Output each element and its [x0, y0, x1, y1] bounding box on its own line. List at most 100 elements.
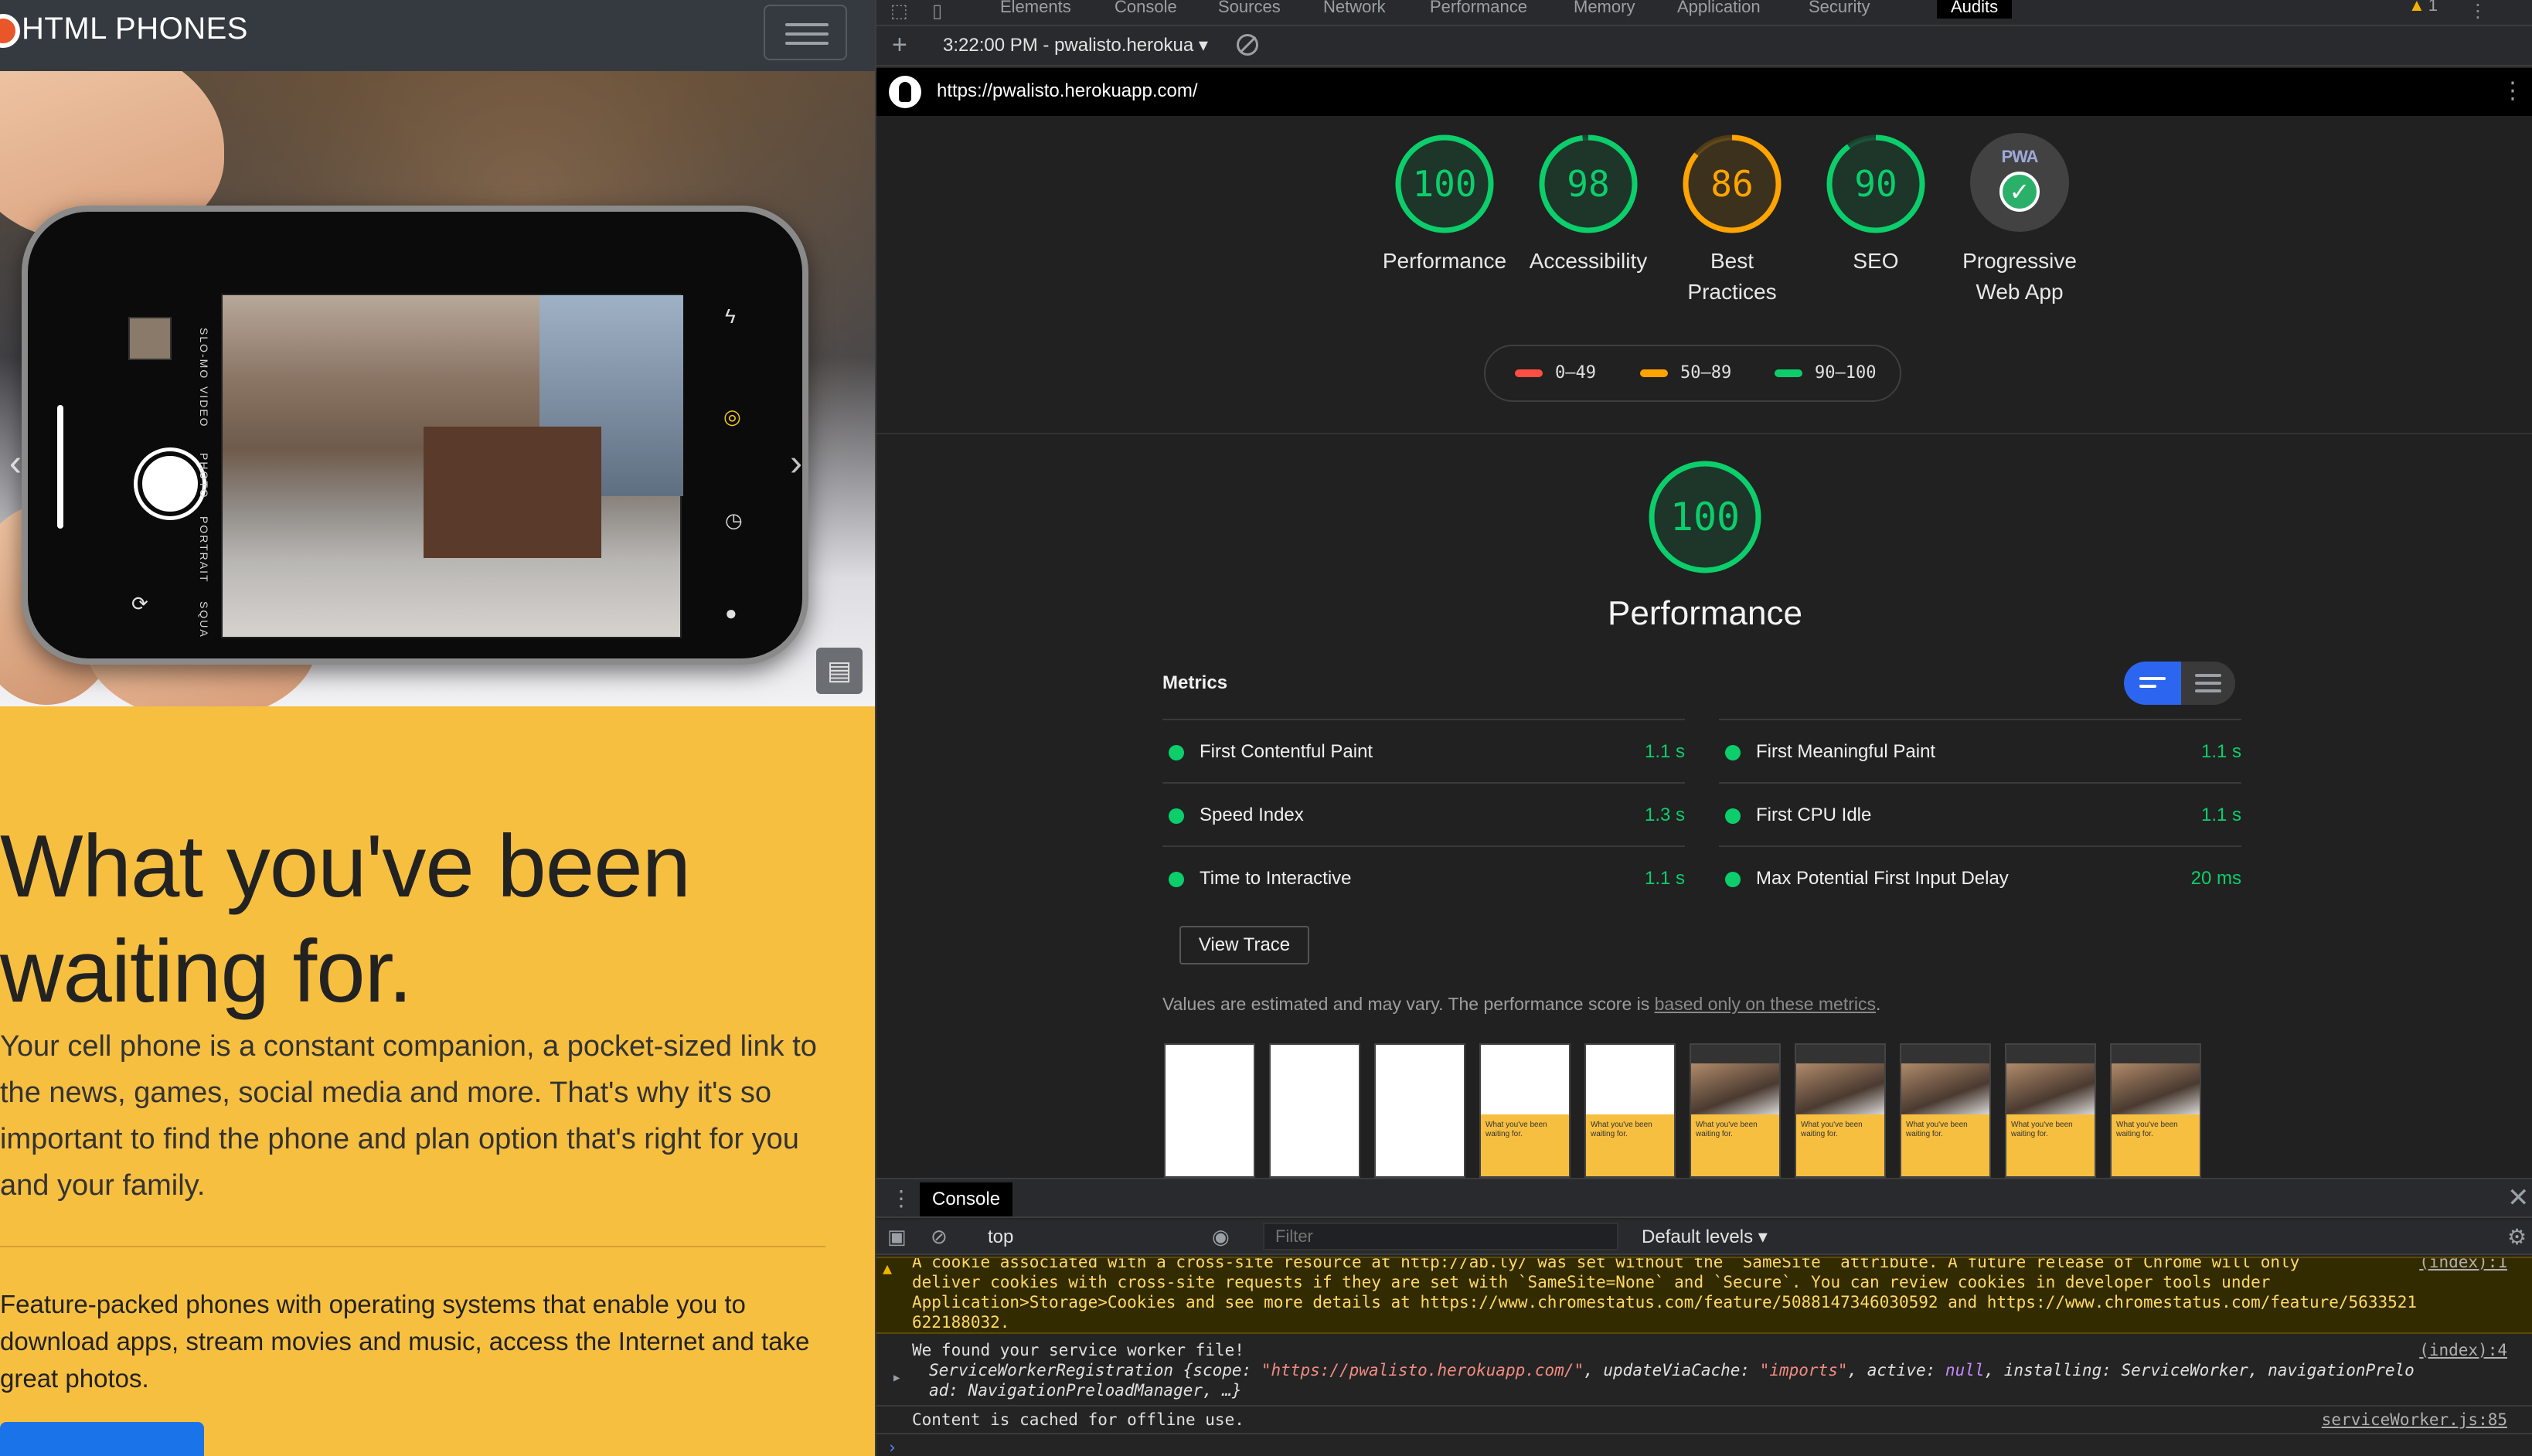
metrics-column-left: First Contentful Paint 1.1 s Speed Index… — [1162, 719, 1685, 909]
context-select[interactable]: top▼ — [988, 1226, 1297, 1249]
metric-value: 1.1 s — [2200, 741, 2241, 762]
tab-sources[interactable]: Sources — [1218, 0, 1281, 19]
expanded-view-icon-line — [2195, 689, 2221, 692]
frame-text: What you've been waiting for. — [1801, 1121, 1863, 1138]
obj-cache: "imports" — [1759, 1361, 1848, 1379]
site-logo[interactable] — [0, 14, 20, 48]
drawer-menu-icon[interactable]: ⋮ — [890, 1186, 912, 1211]
legend-range: 50–89 — [1680, 363, 1732, 383]
hamburger-icon-line — [785, 32, 829, 36]
audit-report-select[interactable]: 3:22:00 PM - pwalisto.herokua ▾ — [943, 34, 1221, 57]
metric-name: Time to Interactive — [1200, 868, 1352, 889]
log-line: We found your service worker file! — [912, 1341, 1244, 1359]
expand-arrow-icon[interactable]: ▶ — [893, 1368, 900, 1388]
filmstrip-frame — [1164, 1043, 1255, 1178]
tab-application[interactable]: Application — [1677, 0, 1761, 19]
metric-name: First Contentful Paint — [1200, 741, 1373, 762]
gauge-label: Progressive Web App — [1962, 249, 2077, 304]
gauge-ring: 86 — [1681, 133, 1783, 235]
performance-note: Values are estimated and may vary. The p… — [1162, 991, 1880, 1017]
obj-null: null — [1945, 1361, 1985, 1379]
warning-counter[interactable]: ▲ 1 — [2408, 0, 2438, 15]
legend-range: 90–100 — [1815, 363, 1877, 383]
lighthouse-report: 100 Performance 98 Accessibility 86 Best… — [876, 116, 2532, 1178]
obj-scope: "https://pwalisto.herokuapp.com/" — [1261, 1361, 1584, 1379]
new-audit-button[interactable]: + — [892, 31, 907, 59]
log-source-link[interactable]: (index):1 — [2419, 1258, 2507, 1272]
gauge-ring: 100 — [1394, 133, 1496, 235]
toggle-compact-option[interactable] — [2124, 662, 2181, 705]
live-expression-eye-icon[interactable]: ◉ — [1212, 1224, 1230, 1249]
lighthouse-icon — [889, 76, 921, 108]
close-icon[interactable]: ✕ — [2507, 1182, 2530, 1213]
clear-audits-icon[interactable] — [1237, 34, 1258, 56]
tab-security[interactable]: Security — [1809, 0, 1870, 19]
tab-memory[interactable]: Memory — [1574, 0, 1635, 19]
metrics-docs-link[interactable]: based only on these metrics — [1655, 994, 1876, 1014]
report-menu-icon[interactable]: ⋮ — [2501, 76, 2524, 107]
gauge-performance[interactable]: 100 Performance — [1371, 133, 1518, 277]
tab-console-drawer[interactable]: Console — [920, 1182, 1013, 1216]
tab-audits[interactable]: Audits — [1937, 0, 2013, 19]
context-value: top — [988, 1226, 1014, 1247]
frame-text: What you've been waiting for. — [2116, 1121, 2178, 1138]
switch-camera-icon: ⟳ — [131, 592, 148, 615]
obj-tail: , installing: ServiceWorker, navigationP… — [1984, 1361, 2415, 1379]
more-options-icon[interactable]: ⋮ — [2469, 0, 2487, 22]
drawer-tabbar: ⋮ Console ✕ — [876, 1179, 2532, 1218]
gauge-accessibility[interactable]: 98 Accessibility — [1515, 133, 1662, 277]
gauge-pwa[interactable]: PWA ✓ Progressive Web App — [1946, 133, 2093, 308]
metric-row: First Meaningful Paint 1.1 s — [1719, 719, 2241, 782]
carousel-prev-icon[interactable]: ‹ — [9, 442, 22, 485]
tab-performance[interactable]: Performance — [1430, 0, 1527, 19]
gauge-best-practices[interactable]: 86 Best Practices — [1659, 133, 1805, 308]
metric-value: 1.1 s — [1644, 868, 1685, 889]
report-url-bar: https://pwalisto.herokuapp.com/ ⋮ — [876, 68, 2532, 116]
carousel-next-icon[interactable]: › — [790, 442, 802, 485]
gauge-ring: 100 — [1647, 459, 1763, 575]
tab-elements[interactable]: Elements — [1000, 0, 1071, 19]
tab-network[interactable]: Network — [1323, 0, 1386, 19]
navbar-toggle-button[interactable] — [764, 5, 847, 60]
log-object-line[interactable]: ServiceWorkerRegistration {scope: "https… — [929, 1360, 2415, 1380]
inspect-element-icon[interactable]: ⬚ — [890, 0, 908, 22]
gauge-score: 86 — [1710, 163, 1754, 205]
console-prompt-row[interactable]: › — [876, 1436, 2532, 1456]
legend-swatch — [1640, 369, 1668, 377]
gear-icon[interactable]: ⚙ — [2507, 1224, 2527, 1250]
log-line: deliver cookies with cross-site requests… — [912, 1273, 2271, 1291]
site-brand[interactable]: HTML PHONES — [22, 11, 248, 46]
console-filter-input[interactable] — [1263, 1223, 1618, 1250]
pass-icon — [1725, 808, 1741, 824]
metric-row: Speed Index 1.3 s — [1162, 782, 1685, 845]
device-toolbar-icon[interactable]: ▯ — [932, 0, 942, 22]
filmstrip-frame — [1269, 1043, 1360, 1178]
view-trace-button[interactable]: View Trace — [1179, 926, 1309, 964]
metric-name: First Meaningful Paint — [1756, 741, 1936, 762]
log-levels-select[interactable]: Default levels ▾ — [1642, 1226, 1768, 1249]
hamburger-icon — [785, 23, 829, 26]
log-object-line: ad: NavigationPreloadManager, …} — [929, 1381, 1242, 1400]
expanded-view-icon-line — [2195, 682, 2221, 685]
sidebar-toggle-icon[interactable]: ▣ — [887, 1224, 907, 1249]
cta-button[interactable] — [0, 1422, 204, 1456]
phone-image: SLO-MO VIDEO PHOTO PORTRAIT SQUA ⟳ ϟ ◎ ◷… — [22, 206, 808, 665]
metric-value: 1.1 s — [2200, 805, 2241, 825]
tab-console[interactable]: Console — [1115, 0, 1177, 19]
live-photo-icon: ◎ — [723, 405, 741, 428]
divider — [0, 1246, 825, 1247]
metric-description-toggle[interactable] — [2124, 662, 2235, 705]
clear-console-icon[interactable]: ⊘ — [931, 1224, 948, 1249]
console-drawer: ⋮ Console ✕ ▣ ⊘ top▼ ◉ Default levels ▾ … — [876, 1178, 2532, 1456]
log-source-link[interactable]: serviceWorker.js:85 — [2322, 1410, 2507, 1430]
site-navbar: HTML PHONES — [0, 0, 875, 71]
score-legend: 0–49 50–89 90–100 — [1484, 345, 1901, 402]
camera-thumbnail — [128, 317, 172, 360]
console-log-message: Content is cached for offline use. servi… — [876, 1408, 2532, 1434]
log-source-link[interactable]: (index):4 — [2419, 1340, 2507, 1360]
metric-value: 20 ms — [2190, 868, 2241, 889]
gauge-seo[interactable]: 90 SEO — [1802, 133, 1949, 277]
gauge-score: 100 — [1412, 163, 1477, 205]
frame-nav — [1901, 1045, 1989, 1063]
report-url[interactable]: https://pwalisto.herokuapp.com/ — [937, 79, 1198, 104]
